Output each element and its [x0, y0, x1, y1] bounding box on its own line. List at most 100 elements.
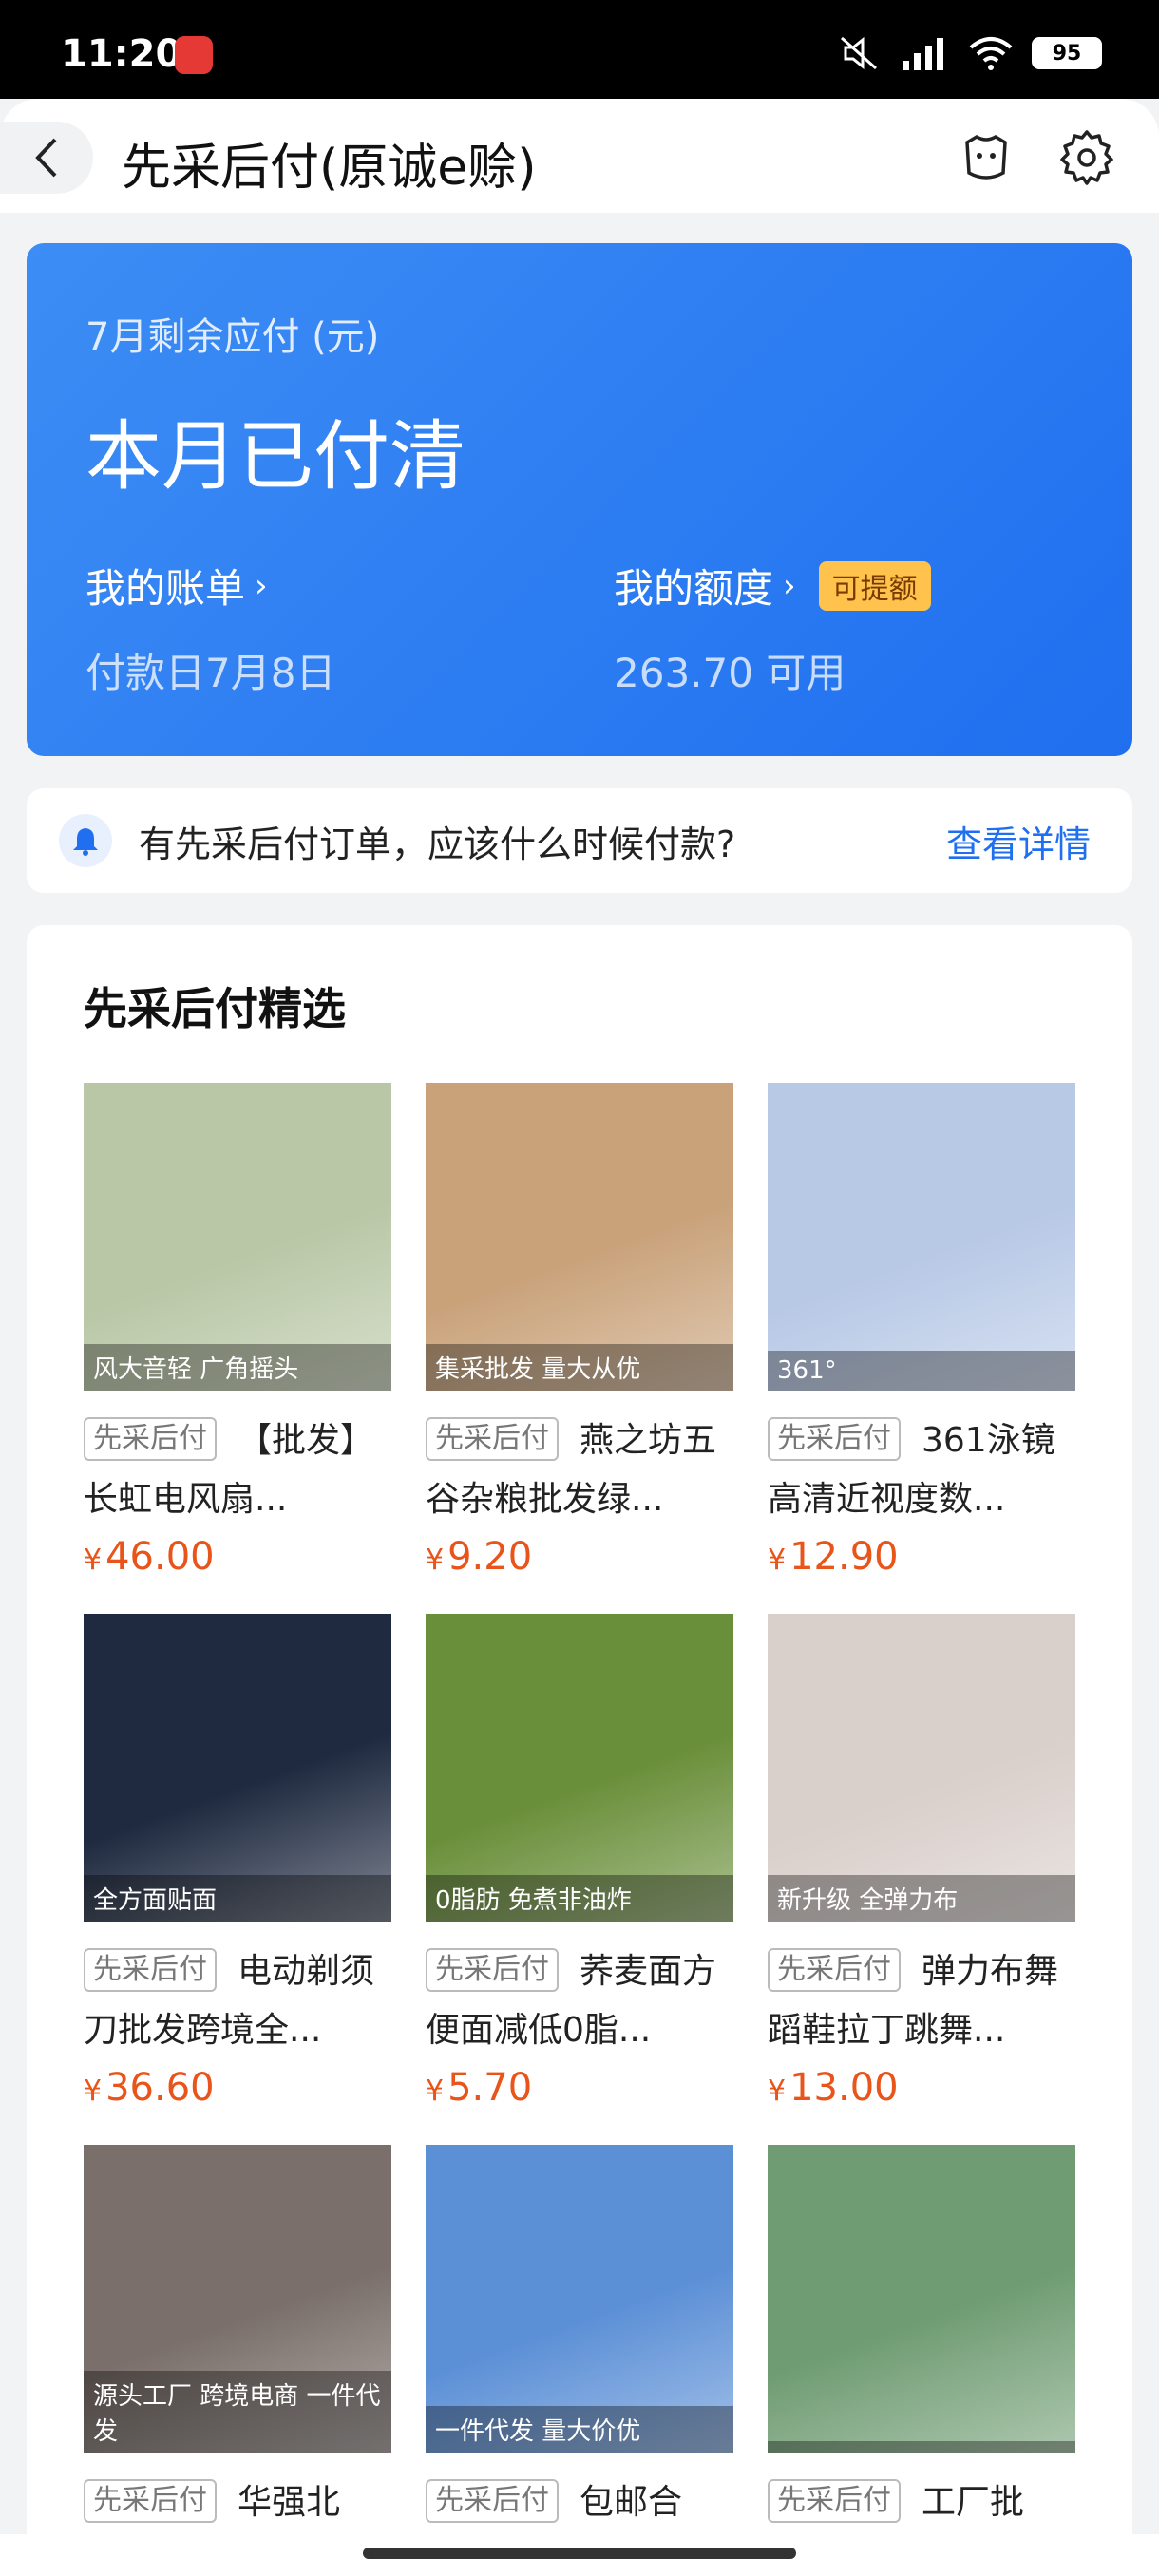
- product-grid: 风大音轻 广角摇头先采后付 【批发】长虹电风扇... ¥46.00 集采批发 量大从优…: [84, 1083, 1075, 2576]
- robot-icon: [965, 134, 1007, 180]
- product-image-caption: 风大音轻 广角摇头: [84, 1344, 391, 1391]
- pay-later-tag: 先采后付: [84, 1948, 217, 1992]
- payment-due-date: 付款日7月8日: [86, 650, 336, 696]
- product-title[interactable]: 先采后付 弹力布舞蹈鞋拉丁跳舞...: [768, 1942, 1075, 2060]
- my-quota-section[interactable]: 我的额度 › 可提额 263.70 可用: [614, 557, 931, 699]
- product-image[interactable]: 集采批发 量大从优: [426, 1083, 733, 1391]
- chevron-left-icon: [35, 138, 57, 178]
- product-card[interactable]: 源头工厂 跨境电商 一件代发先采后付 华强北: [84, 2145, 391, 2576]
- currency-symbol: ¥: [768, 1544, 787, 1577]
- product-image-caption: 源头工厂 跨境电商 一件代发: [84, 2371, 391, 2453]
- product-image-caption: 361°: [768, 1351, 1075, 1391]
- currency-symbol: ¥: [84, 1544, 103, 1577]
- nav-header: 先采后付(原诚e赊): [0, 99, 1159, 213]
- currency-symbol: ¥: [768, 2074, 787, 2108]
- app-notification-icon: [175, 36, 213, 74]
- chevron-right-icon: ›: [255, 566, 268, 605]
- product-title-text: 包邮合: [580, 2483, 683, 2522]
- product-title[interactable]: 先采后付 荞麦面方便面减低0脂...: [426, 1942, 733, 2060]
- pay-later-tag: 先采后付: [426, 1417, 559, 1461]
- product-image-caption: 集采批发 量大从优: [426, 1344, 733, 1391]
- product-card[interactable]: 风大音轻 广角摇头先采后付 【批发】长虹电风扇... ¥46.00: [84, 1083, 391, 1579]
- product-image[interactable]: [768, 2145, 1075, 2453]
- payment-status-headline: 本月已付清: [86, 412, 466, 501]
- status-bar: 11:20 95: [0, 0, 1159, 99]
- product-title[interactable]: 先采后付 电动剃须刀批发跨境全...: [84, 1942, 391, 2060]
- status-indicators: 95: [838, 32, 1102, 74]
- product-image-caption: 新升级 全弹力布: [768, 1875, 1075, 1922]
- notice-text: 有先采后付订单，应该什么时候付款?: [139, 823, 736, 865]
- payment-notice[interactable]: 有先采后付订单，应该什么时候付款? 查看详情: [27, 788, 1132, 893]
- product-image[interactable]: 新升级 全弹力布: [768, 1614, 1075, 1922]
- product-title-text: 华强北: [238, 2483, 341, 2522]
- currency-symbol: ¥: [426, 1544, 445, 1577]
- product-card[interactable]: 新升级 全弹力布先采后付 弹力布舞蹈鞋拉丁跳舞... ¥13.00: [768, 1614, 1075, 2110]
- bell-icon: [59, 814, 112, 867]
- product-card[interactable]: 一件代发 量大价优 先采后付 包邮合: [426, 2145, 733, 2576]
- price-value: 12.90: [789, 1535, 899, 1579]
- settings-button[interactable]: [1056, 127, 1117, 188]
- product-price: ¥5.70: [426, 2066, 733, 2110]
- section-title: 先采后付精选: [84, 983, 346, 1034]
- gear-icon: [1060, 130, 1113, 185]
- product-image[interactable]: 361°: [768, 1083, 1075, 1391]
- product-image[interactable]: 0脂肪 免煮非油炸: [426, 1614, 733, 1922]
- price-value: 13.00: [789, 2066, 899, 2110]
- product-price: ¥36.60: [84, 2066, 391, 2110]
- product-image-caption: 一件代发 量大价优: [426, 2406, 733, 2453]
- battery-icon: 95: [1032, 37, 1102, 69]
- product-price: ¥46.00: [84, 1535, 391, 1579]
- price-value: 5.70: [447, 2066, 533, 2110]
- home-indicator[interactable]: [363, 2548, 796, 2559]
- product-title[interactable]: 先采后付 燕之坊五谷杂粮批发绿...: [426, 1411, 733, 1529]
- product-card[interactable]: 全方面贴面先采后付 电动剃须刀批发跨境全... ¥36.60: [84, 1614, 391, 2110]
- status-time: 11:20: [61, 32, 182, 76]
- my-bill-section[interactable]: 我的账单 › 付款日7月8日: [86, 557, 335, 699]
- price-value: 9.20: [447, 1535, 533, 1579]
- product-title-text: 工厂批: [922, 2483, 1025, 2522]
- product-image[interactable]: 风大音轻 广角摇头: [84, 1083, 391, 1391]
- payment-summary-card: 7月剩余应付 (元) 本月已付清 我的账单 › 付款日7月8日 我的额度 › 可…: [27, 243, 1132, 756]
- product-image-caption: 0脂肪 免煮非油炸: [426, 1875, 733, 1922]
- pay-later-tag: 先采后付: [768, 1948, 901, 1992]
- product-card[interactable]: 集采批发 量大从优先采后付 燕之坊五谷杂粮批发绿... ¥9.20: [426, 1083, 733, 1579]
- chevron-right-icon: ›: [783, 566, 796, 605]
- product-image-caption: [768, 2441, 1075, 2453]
- product-card[interactable]: 先采后付 工厂批: [768, 2145, 1075, 2576]
- product-image[interactable]: 一件代发 量大价优: [426, 2145, 733, 2453]
- product-card[interactable]: 0脂肪 免煮非油炸先采后付 荞麦面方便面减低0脂... ¥5.70: [426, 1614, 733, 2110]
- featured-products-section: 先采后付精选 风大音轻 广角摇头先采后付 【批发】长虹电风扇... ¥46.00 集采…: [27, 925, 1132, 2576]
- my-quota-link[interactable]: 我的额度 › 可提额: [614, 557, 931, 615]
- mute-icon: [841, 36, 877, 70]
- pay-later-tag: 先采后付: [768, 2479, 901, 2523]
- cellular-signal-icon: [902, 38, 943, 70]
- view-details-link[interactable]: 查看详情: [946, 815, 1091, 867]
- currency-symbol: ¥: [84, 2074, 103, 2108]
- currency-symbol: ¥: [426, 2074, 445, 2108]
- my-quota-label: 我的额度: [614, 565, 774, 612]
- my-bill-label: 我的账单: [86, 565, 246, 612]
- pay-later-tag: 先采后付: [426, 1948, 559, 1992]
- back-button[interactable]: [0, 122, 93, 194]
- available-quota: 263.70 可用: [614, 650, 846, 696]
- product-image[interactable]: 全方面贴面: [84, 1614, 391, 1922]
- pay-later-tag: 先采后付: [84, 2479, 217, 2523]
- product-title[interactable]: 先采后付 361泳镜高清近视度数...: [768, 1411, 1075, 1529]
- product-image[interactable]: 源头工厂 跨境电商 一件代发: [84, 2145, 391, 2453]
- product-title[interactable]: 先采后付 【批发】长虹电风扇...: [84, 1411, 391, 1529]
- price-value: 36.60: [105, 2066, 215, 2110]
- product-price: ¥9.20: [426, 1535, 733, 1579]
- robot-button[interactable]: [956, 127, 1016, 188]
- pay-later-tag: 先采后付: [426, 2479, 559, 2523]
- product-image-caption: 全方面贴面: [84, 1875, 391, 1922]
- product-price: ¥13.00: [768, 2066, 1075, 2110]
- product-card[interactable]: 361° 先采后付 361泳镜高清近视度数... ¥12.90: [768, 1083, 1075, 1579]
- product-price: ¥12.90: [768, 1535, 1075, 1579]
- raise-quota-badge[interactable]: 可提额: [818, 560, 931, 611]
- wifi-icon: [969, 37, 1013, 70]
- pay-later-tag: 先采后付: [768, 1417, 901, 1461]
- pay-later-tag: 先采后付: [84, 1417, 217, 1461]
- my-bill-link[interactable]: 我的账单 ›: [86, 557, 335, 615]
- remaining-payable-label: 7月剩余应付 (元): [86, 315, 380, 359]
- page-title: 先采后付(原诚e赊): [122, 140, 537, 197]
